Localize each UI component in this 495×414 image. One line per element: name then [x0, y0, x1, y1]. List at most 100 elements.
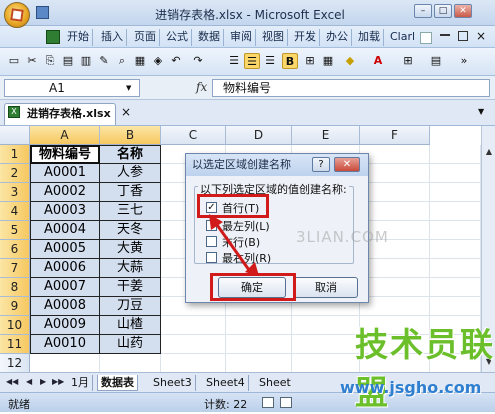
chart-icon[interactable]: ▦	[132, 53, 148, 69]
font-color-icon[interactable]: A	[370, 53, 386, 69]
column-header[interactable]: D	[226, 126, 292, 145]
empty-cell[interactable]	[292, 335, 360, 354]
empty-cell[interactable]	[430, 202, 481, 221]
name-box[interactable]: A1	[4, 79, 140, 97]
tab-data[interactable]: 数据	[195, 29, 224, 46]
row-header[interactable]: 11	[0, 335, 30, 354]
empty-cell[interactable]	[430, 259, 481, 278]
ribbon-restore-icon[interactable]	[458, 31, 468, 41]
tab-page-layout[interactable]: 页面	[131, 29, 160, 46]
sheet-tab-data[interactable]: 数据表	[97, 375, 138, 391]
empty-cell[interactable]	[226, 335, 292, 354]
row-header[interactable]: 8	[0, 278, 30, 297]
empty-cell[interactable]	[430, 221, 481, 240]
table-cell[interactable]: 人参	[100, 164, 161, 183]
table-cell[interactable]: A0008	[30, 297, 100, 316]
dialog-help-button[interactable]: ?	[312, 157, 330, 172]
format-painter-icon[interactable]: ✎	[96, 53, 112, 69]
table-cell[interactable]: 大黄	[100, 240, 161, 259]
table-cell[interactable]: 天冬	[100, 221, 161, 240]
tab-dropdown-icon[interactable]: ▼	[478, 107, 484, 116]
column-header[interactable]: C	[161, 126, 226, 145]
table-cell[interactable]: A0002	[30, 183, 100, 202]
empty-cell[interactable]	[292, 354, 360, 372]
column-header[interactable]: E	[292, 126, 360, 145]
tab-view[interactable]: 视图	[259, 29, 288, 46]
empty-cell[interactable]	[360, 145, 430, 164]
select-all-corner[interactable]	[0, 126, 30, 145]
table-cell[interactable]: 刀豆	[100, 297, 161, 316]
ribbon-minimize-icon[interactable]	[440, 34, 450, 36]
header-cell[interactable]: 名称	[100, 145, 161, 164]
empty-cell[interactable]	[161, 316, 226, 335]
help-icon[interactable]	[420, 32, 432, 44]
tab-clarl[interactable]: Clarl	[387, 29, 418, 46]
row-header[interactable]: 12	[0, 354, 30, 372]
empty-cell[interactable]	[430, 145, 481, 164]
first-sheet-icon[interactable]: ◀◀	[6, 377, 18, 386]
row-header[interactable]: 2	[0, 164, 30, 183]
sheet-tab-1[interactable]: 1月	[68, 375, 93, 391]
empty-cell[interactable]	[100, 354, 161, 372]
row-header[interactable]: 5	[0, 221, 30, 240]
table-cell[interactable]: A0004	[30, 221, 100, 240]
empty-cell[interactable]	[360, 297, 430, 316]
sheet-tab-sheet3[interactable]: Sheet3	[150, 375, 196, 391]
undo-icon[interactable]: ↶	[168, 53, 184, 69]
fx-icon[interactable]: fx	[196, 80, 207, 94]
zoom-icon[interactable]: ⌕	[114, 53, 130, 69]
empty-cell[interactable]	[30, 354, 100, 372]
row-header[interactable]: 6	[0, 240, 30, 259]
prev-sheet-icon[interactable]: ◀	[26, 377, 32, 386]
page-layout-icon[interactable]	[280, 397, 292, 408]
save-icon[interactable]	[36, 6, 49, 19]
column-header[interactable]: B	[100, 126, 161, 145]
cut-icon[interactable]: ✂	[24, 53, 40, 69]
restore-button[interactable]: □	[434, 4, 452, 18]
formula-input[interactable]: 物料编号	[212, 79, 490, 97]
tab-review[interactable]: 审阅	[227, 29, 256, 46]
tab-formulas[interactable]: 公式	[163, 29, 192, 46]
row-header[interactable]: 3	[0, 183, 30, 202]
dialog-close-button[interactable]: ✕	[334, 157, 360, 172]
table-cell[interactable]: 丁香	[100, 183, 161, 202]
tab-home[interactable]: 开始	[64, 29, 93, 46]
table-cell[interactable]: 三七	[100, 202, 161, 221]
empty-cell[interactable]	[360, 259, 430, 278]
bold-icon[interactable]: B	[282, 53, 298, 69]
empty-cell[interactable]	[226, 354, 292, 372]
table-cell[interactable]: A0007	[30, 278, 100, 297]
row-header[interactable]: 10	[0, 316, 30, 335]
table-cell[interactable]: 干姜	[100, 278, 161, 297]
copy-icon[interactable]: ⎘	[42, 53, 58, 69]
sheet-tab-sheet4[interactable]: Sheet4	[203, 375, 249, 391]
table-cell[interactable]: A0003	[30, 202, 100, 221]
row-header[interactable]: 1	[0, 145, 30, 164]
row-header[interactable]: 9	[0, 297, 30, 316]
name-box-dropdown-icon[interactable]: ▼	[126, 84, 131, 92]
table-cell[interactable]: 山药	[100, 335, 161, 354]
new-icon[interactable]: ▭	[6, 53, 22, 69]
normal-view-icon[interactable]	[262, 397, 274, 408]
minimize-button[interactable]: –	[414, 4, 432, 18]
sheet-icon[interactable]: ▤	[428, 53, 444, 69]
print-icon[interactable]: ▥	[78, 53, 94, 69]
empty-cell[interactable]	[360, 183, 430, 202]
tab-office[interactable]: 办公	[323, 29, 352, 46]
table-cell[interactable]: A0009	[30, 316, 100, 335]
merge-icon[interactable]: ⊞	[302, 53, 318, 69]
workbook-tab[interactable]: 进销存表格.xlsx *	[4, 103, 116, 140]
row-header[interactable]: 7	[0, 259, 30, 278]
fill-color-icon[interactable]: ◆	[342, 53, 358, 69]
tab-insert[interactable]: 插入	[98, 29, 127, 46]
empty-cell[interactable]	[161, 335, 226, 354]
empty-cell[interactable]	[430, 240, 481, 259]
borders-icon[interactable]: ⊞	[400, 53, 416, 69]
table-cell[interactable]: A0001	[30, 164, 100, 183]
empty-cell[interactable]	[360, 202, 430, 221]
table-cell[interactable]: 大蒜	[100, 259, 161, 278]
paste-icon[interactable]: ▤	[60, 53, 76, 69]
column-header[interactable]: F	[360, 126, 430, 145]
ribbon-close-icon[interactable]: ×	[476, 29, 486, 43]
tab-developer[interactable]: 开发	[291, 29, 320, 46]
